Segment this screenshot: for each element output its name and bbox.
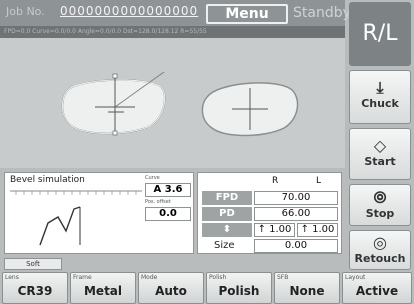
lens-shape-view[interactable] [0,38,345,168]
menu-button[interactable]: Menu [206,4,288,24]
fpd-label: FPD [202,191,252,205]
bevel-graph [10,187,142,251]
info-strip: FPD=0.0 Curve=0.0/0.0 Angle=0.0/0.0 Dst=… [0,26,345,38]
polish-caption: Polish [209,274,227,281]
height-r-value[interactable]: ↑ 1.00 [254,223,295,237]
sfb-caption: SFB [277,274,289,281]
frame-type-button[interactable]: Frame Metal [70,272,136,304]
retouch-label: Retouch [354,252,406,265]
start-diamond-icon: ◇ [373,136,387,155]
pos-offset-value[interactable]: 0.0 [145,207,191,221]
curve-value[interactable]: A 3.6 [145,183,191,197]
fpd-value[interactable]: 70.00 [254,191,338,205]
column-l-header: L [316,176,322,186]
chuck-button[interactable]: ⤓ Chuck [349,70,411,124]
chuck-arrow-icon: ⤓ [376,78,384,97]
left-lens-shape [201,82,299,137]
start-button[interactable]: ◇ Start [349,128,411,180]
height-l-value[interactable]: ↑ 1.00 [297,223,338,237]
column-r-header: R [272,176,279,186]
soft-tab[interactable]: Soft [4,258,62,270]
layout-value: Active [355,284,399,298]
frame-caption: Frame [73,274,92,281]
lens-material-button[interactable]: Lens CR39 [2,272,68,304]
mode-value: Auto [155,284,187,298]
height-label-icon: ⬍ [202,223,252,237]
pos-offset-label: Pos. offset [145,199,171,205]
curve-label: Curve [145,175,160,181]
sfb-value: None [289,284,325,298]
pd-label: PD [202,207,252,221]
mode-caption: Mode [141,274,158,281]
job-no-field[interactable]: 0000000000000000 [60,4,198,20]
bevel-title: Bevel simulation [10,175,85,185]
bevel-simulation-panel[interactable]: Bevel simulation Curve A 3.6 Pos. offset… [4,172,194,254]
rl-button[interactable]: R/L [349,2,411,66]
size-value[interactable]: 0.00 [254,239,338,253]
layout-parameters-table: R L FPD 70.00 PD 66.00 ⬍ ↑ 1.00 ↑ 1.00 S… [197,172,342,254]
pd-value[interactable]: 66.00 [254,207,338,221]
frame-value: Metal [83,284,123,298]
size-label: Size [214,240,235,251]
lens-caption: Lens [5,274,19,281]
start-label: Start [364,155,396,168]
retouch-ring-icon: ◎ [373,233,387,252]
layout-button[interactable]: Layout Active [342,272,412,304]
job-no-label: Job No. [6,5,45,18]
stop-label: Stop [365,207,395,220]
sfb-button[interactable]: SFB None [274,272,340,304]
lens-value: CR39 [17,284,53,298]
polish-value: Polish [218,284,260,298]
polish-button[interactable]: Polish Polish [206,272,272,304]
layout-caption: Layout [345,274,366,281]
lens-shape-drawing [61,71,299,137]
retouch-button[interactable]: ◎ Retouch [349,230,411,270]
mode-button[interactable]: Mode Auto [138,272,204,304]
right-lens-shape [61,71,166,136]
stop-circle-icon: ⦾ [373,188,387,207]
stop-button[interactable]: ⦾ Stop [349,184,411,226]
chuck-label: Chuck [361,97,399,110]
status-text: Standby [293,5,351,21]
